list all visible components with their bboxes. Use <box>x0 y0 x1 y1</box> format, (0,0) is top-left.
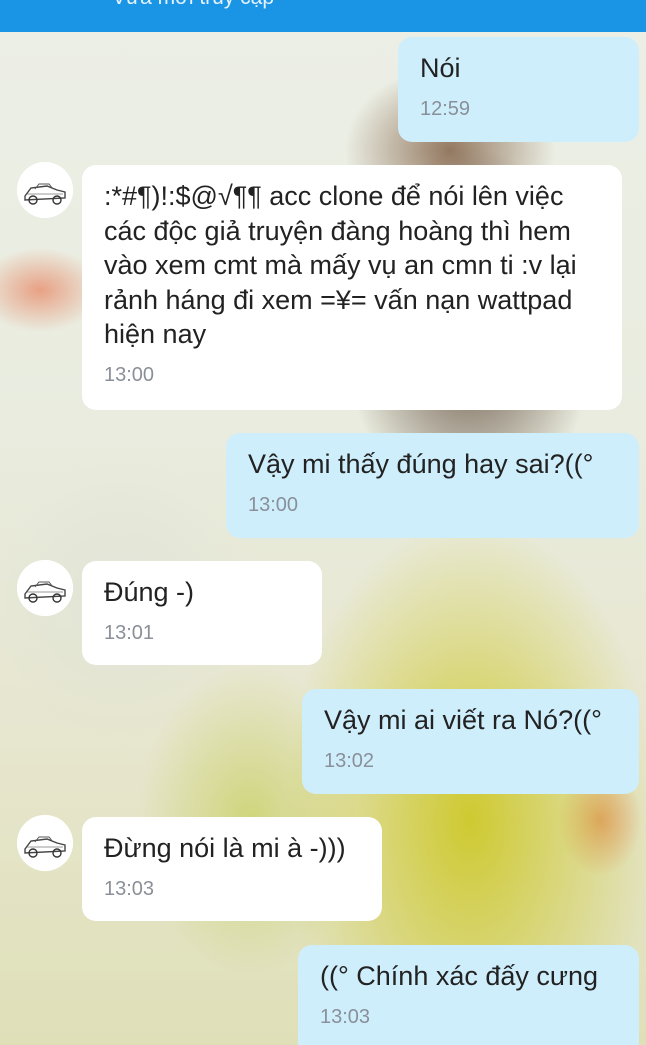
message-bubble-outgoing[interactable]: Nói 12:59 <box>398 37 639 142</box>
message-bubble-outgoing[interactable]: Vậy mi ai viết ra Nó?((° 13:02 <box>302 689 639 794</box>
contact-avatar[interactable] <box>17 560 73 616</box>
message-time: 13:00 <box>248 493 299 516</box>
contact-avatar[interactable] <box>17 162 73 218</box>
message-text: Đừng nói là mi à -))) <box>104 833 346 863</box>
message-bubble-incoming[interactable]: Đừng nói là mi à -))) 13:03 <box>82 817 382 921</box>
message-time: 13:03 <box>320 1005 371 1028</box>
message-text: :*#¶)!:$@√¶¶ acc clone để nói lên việc c… <box>104 181 577 349</box>
message-text: Vậy mi ai viết ra Nó?((° <box>324 705 602 735</box>
message-bubble-incoming[interactable]: :*#¶)!:$@√¶¶ acc clone để nói lên việc c… <box>82 165 622 410</box>
message-bubble-outgoing[interactable]: ((° Chính xác đấy cưng 13:03 <box>298 945 639 1045</box>
message-time: 13:02 <box>324 749 375 772</box>
message-text: Đúng -) <box>104 577 195 607</box>
contact-avatar[interactable] <box>17 815 73 871</box>
message-time: 13:00 <box>104 363 155 386</box>
message-time: 13:01 <box>104 621 155 644</box>
message-text: Nói <box>420 53 461 83</box>
car-sketch-avatar-icon <box>17 560 73 616</box>
last-seen-status: Vừa mới truy cập <box>112 0 274 10</box>
message-time: 13:03 <box>104 877 155 900</box>
message-bubble-incoming[interactable]: Đúng -) 13:01 <box>82 561 322 665</box>
message-time: 12:59 <box>420 97 471 120</box>
car-sketch-avatar-icon <box>17 815 73 871</box>
message-text: ((° Chính xác đấy cưng <box>320 961 598 991</box>
chat-header: Vừa mới truy cập <box>0 0 646 32</box>
car-sketch-avatar-icon <box>17 162 73 218</box>
message-text: Vậy mi thấy đúng hay sai?((° <box>248 449 594 479</box>
message-bubble-outgoing[interactable]: Vậy mi thấy đúng hay sai?((° 13:00 <box>226 433 639 538</box>
